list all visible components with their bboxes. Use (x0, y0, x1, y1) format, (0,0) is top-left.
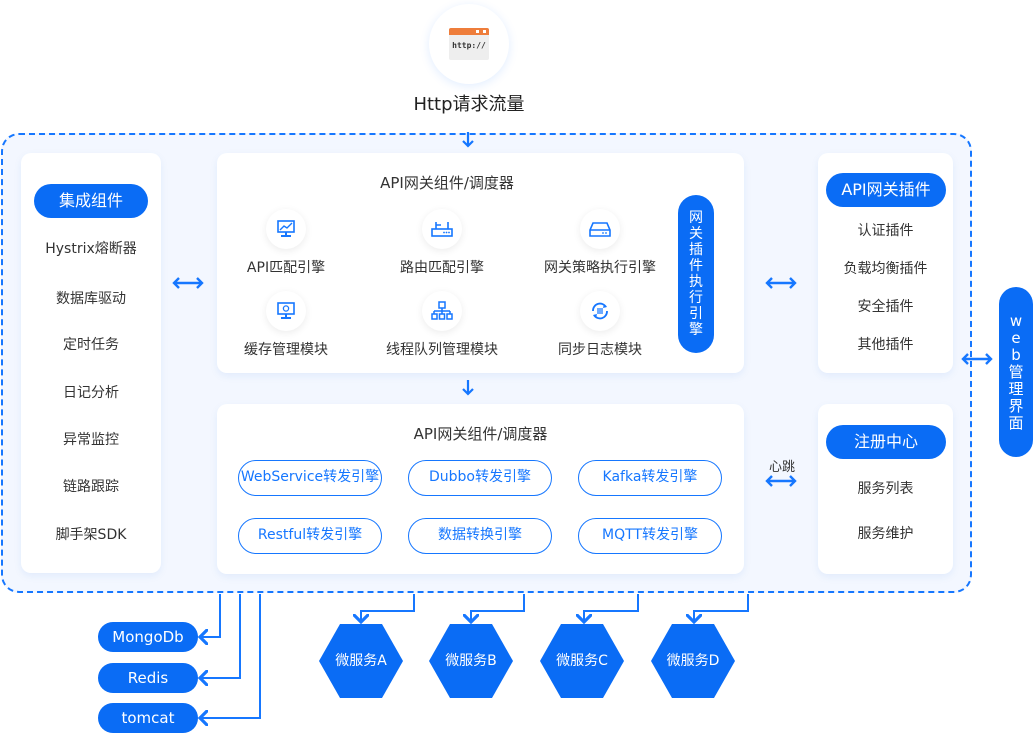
heartbeat-label: 心跳 (768, 460, 795, 475)
plugin-item: 安全插件 (857, 299, 914, 315)
link-service-d (694, 594, 749, 622)
heartbeat-arrow-icon (765, 475, 797, 487)
feature-policy-engine: 网关策略执行引擎 (525, 209, 675, 277)
integration-title: 集成组件 (34, 184, 148, 218)
scheduler-card: API网关组件/调度器 API匹配引擎 路由匹配引擎 网关策略执行引擎 缓存管理… (217, 153, 744, 373)
sync-log-icon (580, 291, 620, 331)
plugin-item: 其他插件 (857, 337, 914, 353)
hierarchy-icon (422, 291, 462, 331)
registry-title: 注册中心 (826, 425, 946, 459)
link-service-b (471, 594, 525, 622)
scheduler-title: API网关组件/调度器 (380, 174, 514, 192)
link-mongodb (200, 594, 221, 637)
web-admin-arrow-icon (961, 353, 993, 365)
http-traffic-label: Http请求流量 (413, 94, 525, 115)
feature-thread-queue: 线程队列管理模块 (367, 291, 517, 359)
feature-route-match: 路由匹配引擎 (367, 209, 517, 277)
link-service-c (584, 594, 639, 622)
monitor-refresh-icon (266, 291, 306, 331)
forwarder-title: API网关组件/调度器 (413, 425, 548, 443)
arrow-down-icon (462, 132, 474, 148)
web-admin-pill: web管理界面 (999, 287, 1033, 457)
engine-restful: Restful转发引擎 (238, 518, 382, 554)
plugins-card: API网关插件 认证插件 负载均衡插件 安全插件 其他插件 (818, 153, 953, 373)
integration-item: 数据库驱动 (56, 291, 126, 307)
integration-item: 脚手架SDK (55, 527, 127, 543)
engine-mqtt: MQTT转发引擎 (578, 518, 722, 554)
integration-item: Hystrix熔断器 (45, 241, 137, 257)
feature-cache-manager: 缓存管理模块 (211, 291, 361, 359)
feature-api-match: API匹配引擎 (211, 209, 361, 277)
browser-http-icon: http:// (449, 28, 489, 60)
store-tomcat: tomcat (98, 703, 198, 733)
plugins-title: API网关插件 (826, 173, 946, 207)
bidirectional-arrow-icon (172, 277, 204, 289)
engine-data-transform: 数据转换引擎 (408, 518, 552, 554)
engine-webservice: WebService转发引擎 (238, 460, 382, 496)
link-tomcat (200, 594, 261, 718)
plugin-item: 负载均衡插件 (843, 261, 928, 277)
store-mongodb: MongoDb (98, 622, 198, 652)
server-drive-icon (580, 209, 620, 249)
arrow-down-icon (462, 380, 474, 396)
integration-item: 定时任务 (63, 337, 119, 353)
integration-item: 链路跟踪 (63, 479, 119, 495)
http-source: http:// (429, 4, 509, 84)
feature-sync-log: 同步日志模块 (525, 291, 675, 359)
integration-item: 异常监控 (63, 432, 119, 448)
plugin-item: 认证插件 (857, 223, 914, 239)
plugin-engine-pill: 网关插件执行引擎 (678, 195, 714, 353)
engine-dubbo: Dubbo转发引擎 (408, 460, 552, 496)
registry-card: 注册中心 服务列表 服务维护 (818, 404, 953, 574)
forwarder-card: API网关组件/调度器 WebService转发引擎 Dubbo转发引擎 Kaf… (217, 404, 744, 574)
integration-item: 日记分析 (63, 385, 119, 401)
monitor-chart-icon (266, 209, 306, 249)
link-service-a (361, 594, 415, 622)
engine-kafka: Kafka转发引擎 (578, 460, 722, 496)
registry-item: 服务维护 (857, 526, 914, 542)
bidirectional-arrow-icon (765, 277, 797, 289)
integration-card: 集成组件 Hystrix熔断器 数据库驱动 定时任务 日记分析 异常监控 链路跟… (21, 153, 161, 573)
registry-item: 服务列表 (857, 481, 914, 497)
router-icon (422, 209, 462, 249)
store-redis: Redis (98, 663, 198, 693)
